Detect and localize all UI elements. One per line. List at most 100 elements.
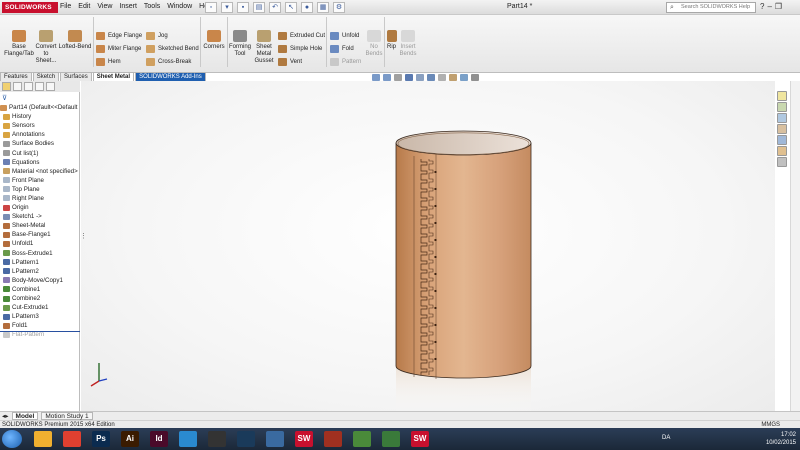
tab-sheet-metal[interactable]: Sheet Metal <box>92 72 135 81</box>
taskbar-solidworks-2-icon[interactable]: SW <box>411 431 429 447</box>
tree-item[interactable]: Combine2 <box>0 294 80 303</box>
taskbar-app-red-icon[interactable] <box>324 431 342 447</box>
tree-item[interactable]: LPattern3 <box>0 312 80 321</box>
tree-item[interactable]: Annotations <box>0 130 80 139</box>
vertical-scrollbar[interactable] <box>790 81 800 411</box>
tree-item[interactable]: Cut list(1) <box>0 148 80 157</box>
previous-view-icon[interactable] <box>394 74 402 81</box>
tree-item[interactable]: Front Plane <box>0 176 80 185</box>
tree-item[interactable]: LPattern2 <box>0 267 80 276</box>
minimize-icon[interactable]: – <box>767 2 771 11</box>
section-view-icon[interactable] <box>405 74 413 81</box>
taskbar-photoshop-icon[interactable]: Ps <box>92 431 110 447</box>
tab-features[interactable]: Features <box>0 72 32 81</box>
menu-tools[interactable]: Tools <box>144 3 160 10</box>
tree-item[interactable]: Top Plane <box>0 185 80 194</box>
unfold-button[interactable]: Unfold <box>330 32 359 40</box>
lofted-bend-button[interactable]: Lofted-Bend <box>58 30 92 51</box>
system-clock[interactable]: 17:02 10/02/2015 <box>766 431 796 447</box>
edit-appearance-icon[interactable] <box>449 74 457 81</box>
zoom-area-icon[interactable] <box>383 74 391 81</box>
extruded-cut-button[interactable]: Extruded Cut <box>278 32 325 40</box>
display-manager-tab-icon[interactable] <box>46 82 55 91</box>
tree-item[interactable]: Sensors <box>0 121 80 130</box>
view-palette-icon[interactable] <box>777 124 787 134</box>
tree-item[interactable]: Surface Bodies <box>0 139 80 148</box>
taskbar-chrome-icon[interactable] <box>63 431 81 447</box>
taskbar-explorer-icon[interactable] <box>34 431 52 447</box>
apply-scene-icon[interactable] <box>460 74 468 81</box>
corners-button[interactable]: Corners <box>202 30 226 51</box>
menu-insert[interactable]: Insert <box>119 3 137 10</box>
tree-item[interactable]: Sketch1 -> <box>0 212 80 221</box>
language-indicator[interactable]: DA <box>662 435 670 441</box>
panel-splitter[interactable]: ⋮ <box>80 232 87 240</box>
print-icon[interactable]: ▤ <box>253 2 265 13</box>
forming-tool-button[interactable]: Forming Tool <box>228 30 252 58</box>
menu-view[interactable]: View <box>97 3 112 10</box>
tree-item[interactable]: Sheet-Metal <box>0 221 80 230</box>
tree-item[interactable]: Origin <box>0 203 80 212</box>
tab-sketch[interactable]: Sketch <box>32 72 60 81</box>
convert-to-sheet-button[interactable]: Convert to Sheet... <box>35 30 57 65</box>
options-icon[interactable]: ⚙ <box>333 2 345 13</box>
view-orientation-icon[interactable] <box>416 74 424 81</box>
rollback-bar[interactable] <box>0 331 80 332</box>
tree-item[interactable]: Body-Move/Copy1 <box>0 276 80 285</box>
rip-button[interactable]: Rip <box>385 30 398 51</box>
filter-icon[interactable]: ⊽ <box>2 94 7 102</box>
tab-addins[interactable]: SOLIDWORKS Add-Ins <box>135 72 206 81</box>
help-search-input[interactable]: ⌕ Search SOLIDWORKS Help <box>666 2 756 13</box>
sheet-metal-gusset-button[interactable]: Sheet Metal Gusset <box>253 30 275 65</box>
edge-flange-button[interactable]: Edge Flange <box>96 32 142 40</box>
property-manager-tab-icon[interactable] <box>13 82 22 91</box>
graphics-area[interactable] <box>81 81 775 416</box>
tree-item[interactable]: Material <not specified> <box>0 167 80 176</box>
no-bends-button[interactable]: No Bends <box>364 30 384 58</box>
custom-properties-icon[interactable] <box>777 146 787 156</box>
tree-item[interactable]: Boss-Extrude1 <box>0 249 80 258</box>
file-explorer-icon[interactable] <box>777 113 787 123</box>
feature-manager-tab-icon[interactable] <box>2 82 11 91</box>
help-icon[interactable]: ? <box>760 2 764 11</box>
zoom-to-fit-icon[interactable] <box>372 74 380 81</box>
tree-item[interactable]: Equations <box>0 158 80 167</box>
open-icon[interactable]: ▾ <box>221 2 233 13</box>
hide-show-icon[interactable] <box>438 74 446 81</box>
appearances-icon[interactable] <box>777 135 787 145</box>
cross-break-button[interactable]: Cross-Break <box>146 58 191 66</box>
sketched-bend-button[interactable]: Sketched Bend <box>146 45 199 53</box>
taskbar-app-steam-icon[interactable] <box>237 431 255 447</box>
restore-icon[interactable]: ❐ <box>775 2 782 11</box>
forum-icon[interactable] <box>777 157 787 167</box>
tree-item[interactable]: Right Plane <box>0 194 80 203</box>
display-style-icon[interactable] <box>427 74 435 81</box>
taskbar-solidworks-1-icon[interactable]: SW <box>295 431 313 447</box>
taskbar-app-box-icon[interactable] <box>266 431 284 447</box>
undo-icon[interactable]: ↶ <box>269 2 281 13</box>
save-icon[interactable]: ▪ <box>237 2 249 13</box>
tree-item[interactable]: Base-Flange1 <box>0 230 80 239</box>
dimxpert-tab-icon[interactable] <box>35 82 44 91</box>
select-icon[interactable]: ↖ <box>285 2 297 13</box>
tree-item[interactable]: Cut-Extrude1 <box>0 303 80 312</box>
new-document-icon[interactable]: ▫ <box>205 2 217 13</box>
tree-item[interactable]: LPattern1 <box>0 258 80 267</box>
insert-bends-button[interactable]: Insert Bends <box>398 30 418 58</box>
file-properties-icon[interactable]: ▦ <box>317 2 329 13</box>
tab-model[interactable]: Model <box>11 412 39 420</box>
menu-window[interactable]: Window <box>167 3 192 10</box>
start-button[interactable] <box>2 430 22 448</box>
taskbar-app-blue-icon[interactable] <box>179 431 197 447</box>
miter-flange-button[interactable]: Miter Flange <box>96 45 141 53</box>
taskbar-app-green-2-icon[interactable] <box>382 431 400 447</box>
taskbar-app-green-icon[interactable] <box>353 431 371 447</box>
base-flange-button[interactable]: Base Flange/Tab <box>4 30 34 58</box>
taskbar-illustrator-icon[interactable]: Ai <box>121 431 139 447</box>
tree-item[interactable]: Combine1 <box>0 285 80 294</box>
tab-scroll-icon[interactable]: ◂▸ <box>2 412 9 420</box>
design-library-icon[interactable] <box>777 102 787 112</box>
tree-root[interactable]: Part14 (Default<<Default <box>0 103 80 112</box>
vent-button[interactable]: Vent <box>278 58 302 66</box>
simple-hole-button[interactable]: Simple Hole <box>278 45 322 53</box>
